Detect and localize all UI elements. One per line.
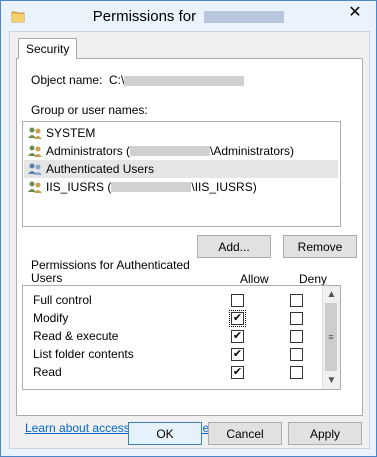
permission-row-read-execute: Read & execute: [33, 329, 119, 343]
group-user-list[interactable]: SYSTEM Administrators (\Administrators) …: [22, 121, 341, 227]
checkmark-icon: ✔: [232, 330, 243, 342]
cancel-button[interactable]: Cancel: [208, 422, 282, 445]
permissions-title-line2: Users: [31, 271, 63, 285]
users-icon: [28, 163, 42, 175]
user-label: Authenticated Users: [46, 162, 155, 176]
permissions-dialog: Permissions for ✕ Security Object name: …: [0, 0, 377, 457]
checkmark-icon: ✔: [232, 366, 243, 378]
object-name-value: C:\: [109, 73, 245, 87]
deny-checkbox-list-folder-contents[interactable]: [290, 348, 303, 361]
user-label: SYSTEM: [46, 126, 96, 140]
checkmark-icon: ✔: [232, 348, 243, 360]
users-icon: [28, 127, 42, 139]
scroll-up-arrow-icon[interactable]: ▲: [323, 286, 340, 303]
redacted-folder-name: [204, 11, 285, 24]
list-item-system[interactable]: SYSTEM: [27, 124, 95, 142]
group-names-label: Group or user names:: [31, 103, 148, 117]
tab-security[interactable]: Security: [18, 38, 78, 59]
allow-checkbox-list-folder-contents[interactable]: ✔: [231, 348, 244, 361]
allow-header: Allow: [240, 272, 269, 286]
close-icon: ✕: [348, 4, 362, 21]
user-label-suffix: \Administrators): [210, 144, 295, 158]
allow-checkbox-full-control[interactable]: [231, 294, 244, 307]
object-path-prefix: C:\: [109, 73, 125, 87]
users-icon: [28, 145, 42, 157]
list-item-administrators[interactable]: Administrators ( \Administrators): [27, 142, 294, 160]
permissions-scrollbar[interactable]: ▲ ≡ ▼: [322, 286, 340, 389]
user-label: Administrators (: [46, 144, 131, 158]
deny-checkbox-read[interactable]: [290, 366, 303, 379]
checkmark-icon: ✔: [232, 312, 243, 324]
scroll-down-arrow-icon[interactable]: ▼: [323, 372, 340, 389]
redacted-domain: [111, 182, 192, 192]
ok-button[interactable]: OK: [128, 422, 202, 445]
list-item-authenticated-users[interactable]: Authenticated Users: [24, 160, 338, 178]
window-title: Permissions for: [1, 8, 376, 25]
deny-checkbox-modify[interactable]: [290, 312, 303, 325]
close-button[interactable]: ✕: [340, 2, 370, 22]
deny-checkbox-read-execute[interactable]: [290, 330, 303, 343]
list-item-iis-iusrs[interactable]: IIS_IUSRS ( \IIS_IUSRS): [27, 178, 257, 196]
window-title-text: Permissions for: [92, 8, 197, 25]
title-bar: Permissions for ✕: [1, 1, 376, 31]
dialog-body: Security Object name: C:\ Group or user …: [9, 31, 370, 449]
permission-row-modify: Modify: [33, 311, 69, 325]
deny-checkbox-full-control[interactable]: [290, 294, 303, 307]
user-label: IIS_IUSRS (: [46, 180, 112, 194]
allow-checkbox-modify[interactable]: ✔: [229, 310, 246, 327]
security-tab-panel: Object name: C:\ Group or user names: SY…: [16, 58, 363, 435]
object-name-label: Object name:: [31, 73, 103, 87]
permissions-list: Full control Modify ✔ Read & execute ✔ L…: [22, 285, 341, 390]
permissions-title: Permissions for Authenticated Users: [31, 259, 190, 285]
users-icon: [28, 181, 42, 193]
redacted-path: [124, 75, 245, 86]
allow-checkbox-read-execute[interactable]: ✔: [231, 330, 244, 343]
scroll-thumb[interactable]: ≡: [325, 303, 337, 371]
remove-button[interactable]: Remove: [283, 235, 357, 258]
permission-row-read: Read: [33, 365, 62, 379]
user-label-suffix: \IIS_IUSRS): [191, 180, 257, 194]
redacted-domain: [130, 146, 211, 156]
permission-row-list-folder-contents: List folder contents: [33, 347, 134, 361]
add-button[interactable]: Add...: [197, 235, 271, 258]
permission-row-full-control: Full control: [33, 293, 92, 307]
apply-button[interactable]: Apply: [288, 422, 362, 445]
allow-checkbox-read[interactable]: ✔: [231, 366, 244, 379]
deny-header: Deny: [299, 272, 328, 286]
